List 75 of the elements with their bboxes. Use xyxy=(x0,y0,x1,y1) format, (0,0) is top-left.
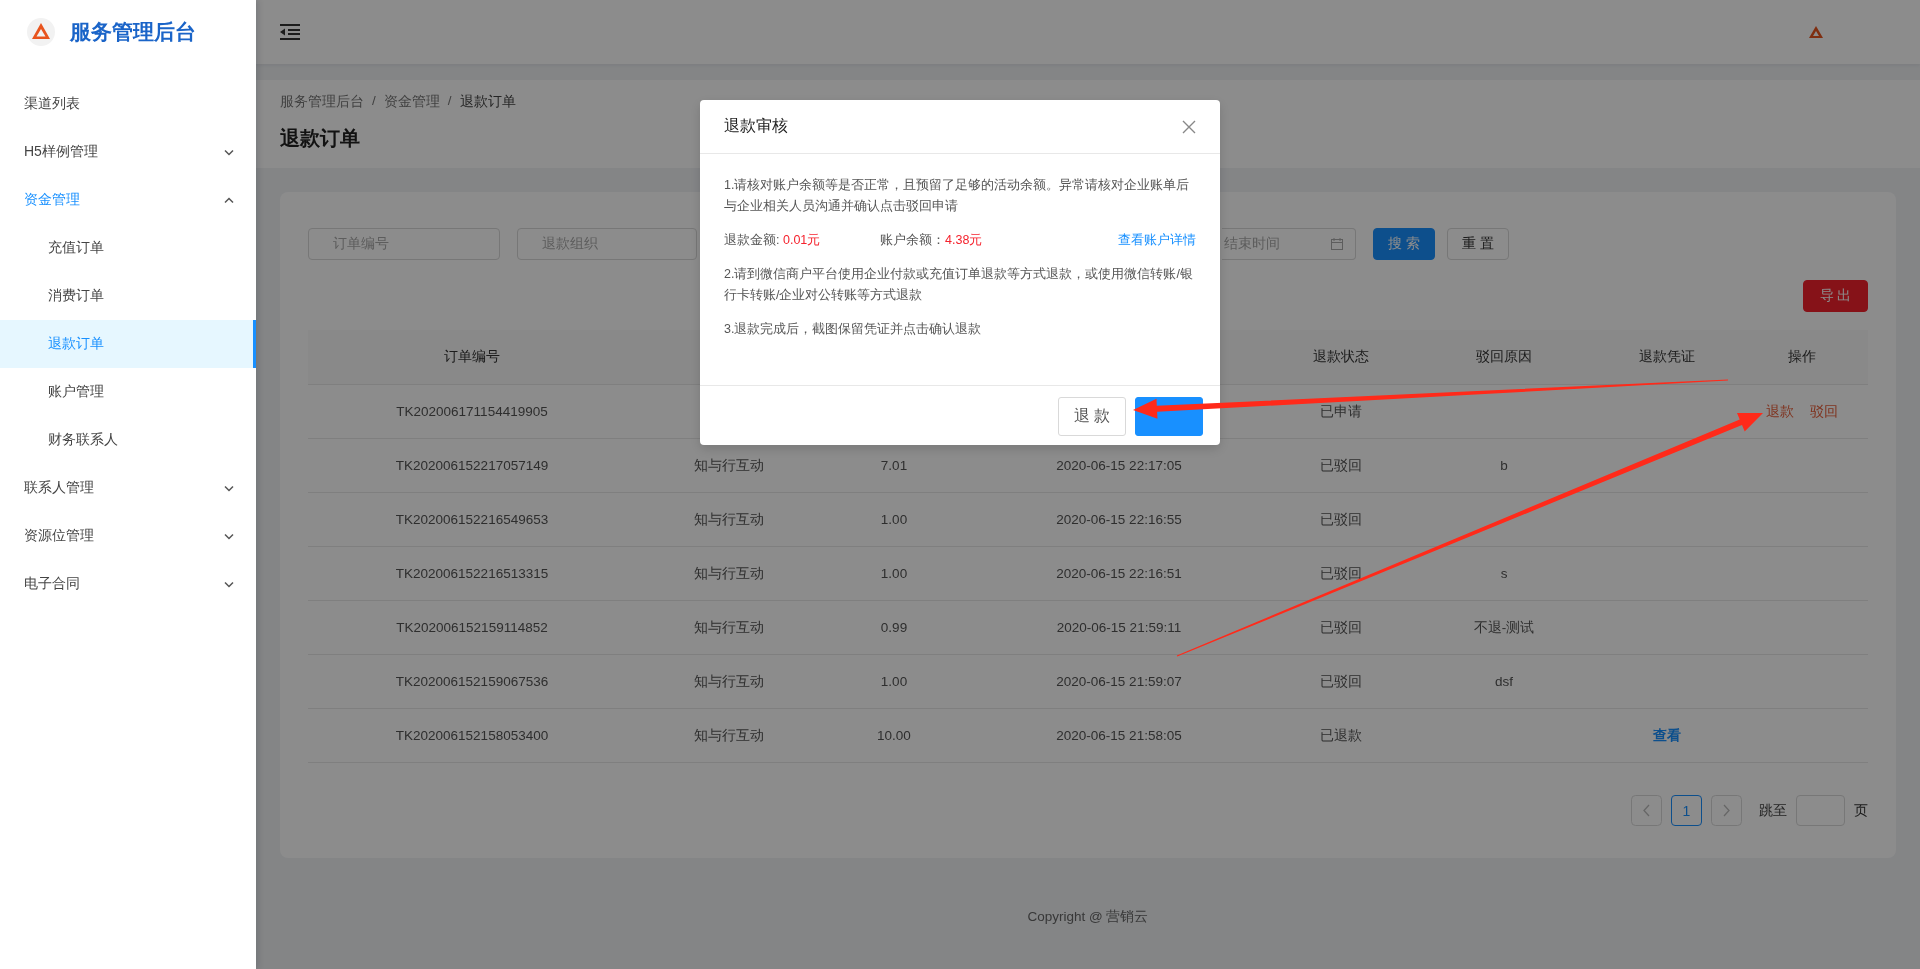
modal-title: 退款审核 xyxy=(724,116,788,136)
breadcrumb-separator: / xyxy=(447,93,452,110)
amount-value: 0.01元 xyxy=(782,233,821,247)
menu-item[interactable]: 电子合同 xyxy=(0,560,256,608)
chevron-icon xyxy=(224,484,234,492)
table-cell: 知与行互动 xyxy=(636,655,822,709)
page-suffix: 页 xyxy=(1854,801,1868,820)
chevron-icon xyxy=(224,148,234,156)
table-cell: TK202006152159114852 xyxy=(308,601,636,655)
export-button[interactable]: 导 出 xyxy=(1803,280,1868,312)
breadcrumb-link[interactable]: 服务管理后台 xyxy=(280,93,364,111)
table-cell: 1.00 xyxy=(822,493,966,547)
action-link[interactable]: 退款 xyxy=(1766,402,1794,421)
menu-item[interactable]: 资金管理 xyxy=(0,176,256,224)
menu-item[interactable]: 渠道列表 xyxy=(0,80,256,128)
page-number[interactable]: 1 xyxy=(1671,795,1702,826)
table-cell: 1.00 xyxy=(822,547,966,601)
menu-item[interactable]: 退款订单 xyxy=(0,320,256,368)
table-cell: 10.00 xyxy=(822,709,966,763)
reset-button[interactable]: 重 置 xyxy=(1446,228,1509,260)
menu-item[interactable]: 消费订单 xyxy=(0,272,256,320)
menu-item[interactable]: 充值订单 xyxy=(0,224,256,272)
instruction-text: 2.请到微信商户平台使用企业付款或充值订单退款等方式退款，或使用微信转账/银行卡转账/企业对公转账等方式退款 xyxy=(724,266,1194,304)
table-cell: 知与行互动 xyxy=(636,709,822,763)
jump-label: 跳至 xyxy=(1759,801,1787,820)
table-cell: 2020-06-15 21:59:07 xyxy=(966,655,1272,709)
chevron-icon xyxy=(224,580,234,588)
table-cell: TK202006152216513315 xyxy=(308,547,636,601)
calendar-icon xyxy=(1331,238,1343,250)
app-title: 服务管理后台 xyxy=(70,19,196,45)
search-button[interactable]: 搜 索 xyxy=(1373,228,1435,260)
table-cell: 已驳回 xyxy=(1272,655,1410,709)
menu-item[interactable]: 联系人管理 xyxy=(0,464,256,512)
breadcrumb-link[interactable]: 资金管理 xyxy=(383,93,440,111)
table-cell: 2020-06-15 21:58:05 xyxy=(966,709,1272,763)
close-icon[interactable] xyxy=(1182,119,1196,134)
table-cell: 已退款 xyxy=(1272,709,1410,763)
table-cell: TK202006152217057149 xyxy=(308,439,636,493)
table-cell: 知与行互动 xyxy=(636,493,822,547)
refund-button[interactable]: 退 款 xyxy=(1058,396,1126,436)
amount-label: 退款金额: xyxy=(724,233,781,247)
chevron-icon xyxy=(224,196,234,204)
menu-item[interactable]: H5样例管理 xyxy=(0,128,256,176)
table-cell: 1.00 xyxy=(822,655,966,709)
view-link[interactable]: 查看 xyxy=(1653,726,1681,745)
table-cell: TK202006152158053400 xyxy=(308,709,636,763)
page-title: 退款订单 xyxy=(280,126,360,151)
table-cell: 不退-测试 xyxy=(1410,601,1598,655)
table-cell: dsf xyxy=(1410,655,1598,709)
breadcrumb-separator: / xyxy=(372,93,376,110)
instruction-text: 1.请核对账户余额等是否正常，且预留了足够的活动余额。异常请核对企业账单后与企业相关人员沟通并确认点击驳回申请 xyxy=(724,177,1191,215)
logo-icon xyxy=(26,17,56,47)
chevron-icon xyxy=(224,532,234,540)
account-details-link[interactable]: 查看账户详情 xyxy=(1118,230,1196,251)
menu-item[interactable]: 财务联系人 xyxy=(0,416,256,464)
breadcrumb-current: 退款订单 xyxy=(459,93,516,111)
menu-icon[interactable] xyxy=(280,24,300,40)
table-cell: 2020-06-15 22:16:51 xyxy=(966,547,1272,601)
table-cell: TK202006171154419905 xyxy=(308,385,636,439)
action-link[interactable]: 驳回 xyxy=(1810,402,1838,421)
table-cell: 0.99 xyxy=(822,601,966,655)
table-cell: 已驳回 xyxy=(1272,493,1410,547)
amount-label: 账户余额： xyxy=(880,233,945,247)
table-cell: 知与行互动 xyxy=(636,547,822,601)
table-cell: 已驳回 xyxy=(1272,439,1410,493)
instruction-text: 3.退款完成后，截图保留凭证并点击确认退款 xyxy=(724,321,983,338)
copyright-text: Copyright @ 营销云 xyxy=(1027,908,1149,926)
triangle-icon[interactable] xyxy=(1808,25,1824,39)
amount-value: 4.38元 xyxy=(945,233,983,247)
menu-item[interactable]: 资源位管理 xyxy=(0,512,256,560)
table-cell: 知与行互动 xyxy=(636,601,822,655)
table-cell: 2020-06-15 22:16:55 xyxy=(966,493,1272,547)
table-cell: TK202006152159067536 xyxy=(308,655,636,709)
menu-item[interactable]: 账户管理 xyxy=(0,368,256,416)
table-cell: TK202006152216549653 xyxy=(308,493,636,547)
